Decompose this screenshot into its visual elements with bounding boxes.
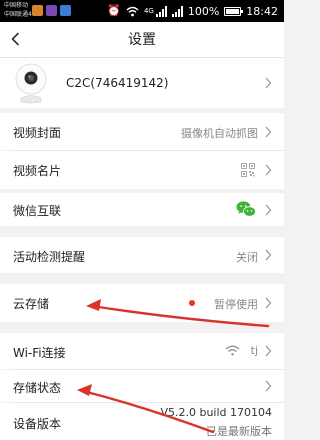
wifi-icon xyxy=(126,6,139,16)
camera-icon xyxy=(15,63,47,104)
video-cover-value: 摄像机自动抓图 xyxy=(181,127,258,140)
notification-app-icon xyxy=(60,5,71,16)
top-navigation-bar: 设置 xyxy=(0,22,284,58)
settings-row-video-cover[interactable]: 视频封面 摄像机自动抓图 xyxy=(0,113,284,150)
status-bar: 中国移动 中国联通4G ⏰ 4G 100% 18:42 xyxy=(0,0,284,22)
chevron-right-icon xyxy=(265,249,272,261)
settings-row-wifi[interactable]: Wi-Fi连接 tj xyxy=(0,333,284,369)
storage-status-label: 存储状态 xyxy=(13,381,62,395)
chevron-right-icon xyxy=(265,380,272,392)
status-dot-icon xyxy=(189,300,195,306)
settings-row-cloud-storage[interactable]: 云存储 暂停使用 xyxy=(0,284,284,322)
video-card-label: 视频名片 xyxy=(13,164,62,178)
cloud-storage-value: 暂停使用 xyxy=(214,298,258,311)
chevron-right-icon xyxy=(265,77,272,89)
alarm-icon: ⏰ xyxy=(107,4,121,17)
chevron-right-icon xyxy=(265,164,272,176)
chevron-right-icon xyxy=(265,126,272,138)
settings-row-device-version[interactable]: 设备版本 V5.2.0 build 170104 已是最新版本 xyxy=(0,403,284,440)
network-type-label: 4G xyxy=(143,7,154,15)
wifi-label: Wi-Fi连接 xyxy=(13,346,66,360)
notification-icons xyxy=(32,5,71,16)
notification-app-icon xyxy=(46,5,57,16)
wechat-label: 微信互联 xyxy=(13,204,62,218)
settings-row-wechat[interactable]: 微信互联 xyxy=(0,193,284,226)
signal-icon xyxy=(155,5,167,17)
page-title: 设置 xyxy=(128,32,156,48)
device-version-value: V5.2.0 build 170104 xyxy=(160,406,272,419)
wifi-network-name: tj xyxy=(250,344,258,357)
wechat-icon xyxy=(236,201,256,217)
notification-app-icon xyxy=(32,5,43,16)
signal-icon xyxy=(171,5,183,17)
wifi-icon xyxy=(225,345,240,356)
settings-row-motion-detection[interactable]: 活动检测提醒 关闭 xyxy=(0,237,284,273)
chevron-right-icon xyxy=(265,345,272,357)
clock: 18:42 xyxy=(246,4,278,18)
battery-icon xyxy=(224,6,244,16)
battery-percent: 100% xyxy=(187,4,220,18)
settings-row-storage-status[interactable]: 存储状态 xyxy=(0,370,284,402)
motion-detection-value: 关闭 xyxy=(236,251,258,264)
status-indicators: ⏰ 4G 100% 18:42 xyxy=(107,3,278,19)
device-version-label: 设备版本 xyxy=(13,417,62,431)
video-cover-label: 视频封面 xyxy=(13,126,62,140)
cloud-storage-label: 云存储 xyxy=(13,297,50,311)
carrier-label-primary: 中国移动 xyxy=(4,2,29,9)
device-info-row[interactable]: C2C(746419142) xyxy=(0,58,284,108)
qr-code-icon xyxy=(241,163,255,177)
motion-detection-label: 活动检测提醒 xyxy=(13,250,86,264)
chevron-right-icon xyxy=(265,297,272,309)
settings-row-video-card[interactable]: 视频名片 xyxy=(0,151,284,189)
chevron-right-icon xyxy=(265,204,272,216)
device-name: C2C(746419142) xyxy=(66,76,169,90)
device-version-status: 已是最新版本 xyxy=(206,425,272,438)
